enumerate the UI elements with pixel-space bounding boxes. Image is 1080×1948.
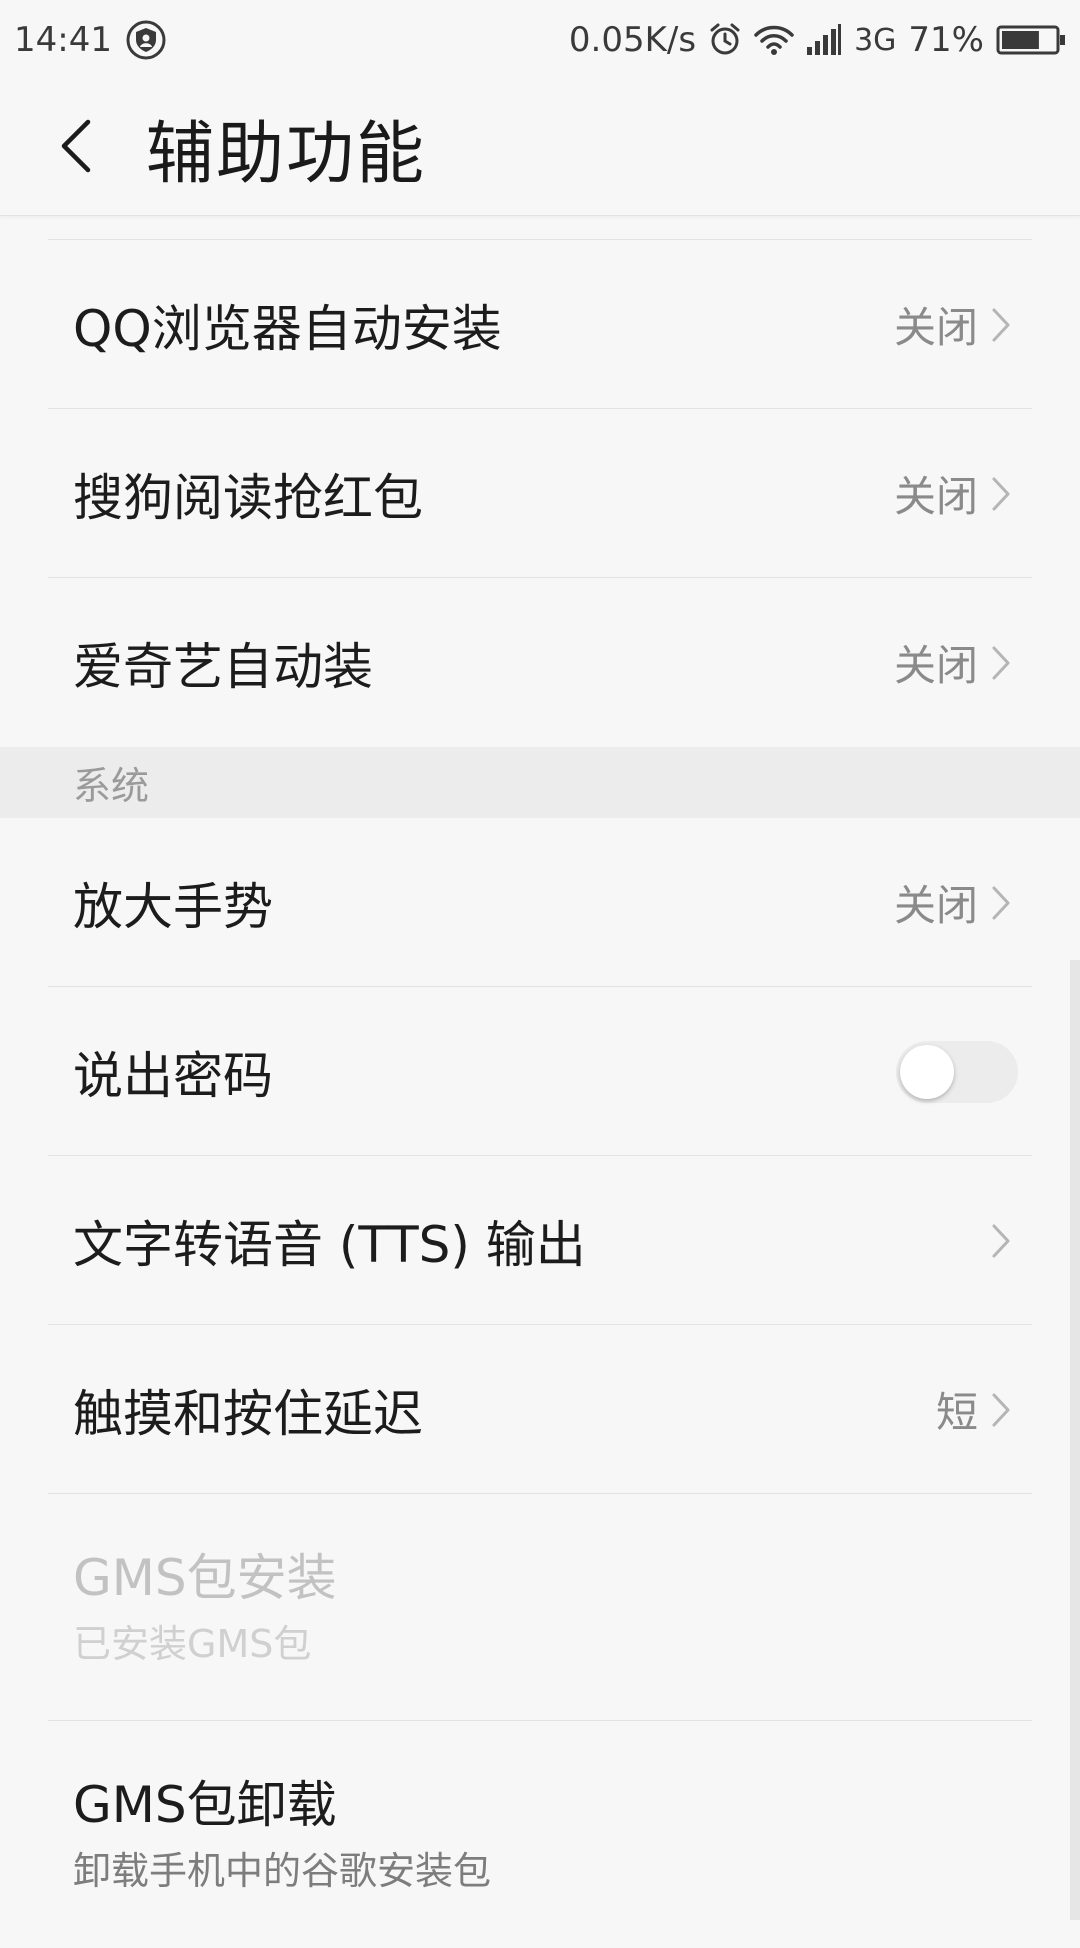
net-speed: 0.05K/s bbox=[568, 20, 697, 60]
divider bbox=[0, 216, 1080, 240]
setting-label: GMS包卸载 bbox=[73, 1776, 337, 1834]
settings-list: QQ浏览器自动安装 关闭 搜狗阅读抢红包 关闭 爱奇艺自动装 关闭 系统 放大手… bbox=[0, 216, 1080, 1948]
setting-subtitle: 卸载手机中的谷歌安装包 bbox=[73, 1849, 492, 1893]
speak-passwords-toggle[interactable] bbox=[896, 1040, 1018, 1103]
scrollbar[interactable] bbox=[1070, 960, 1080, 1920]
battery-icon bbox=[996, 24, 1066, 56]
chevron-right-icon bbox=[990, 644, 1012, 682]
setting-label: QQ浏览器自动安装 bbox=[73, 299, 502, 358]
app-bar: 辅助功能 bbox=[0, 80, 1080, 216]
setting-value: 关闭 bbox=[893, 472, 978, 521]
section-header-system: 系统 bbox=[0, 747, 1080, 818]
setting-value: 短 bbox=[935, 1388, 978, 1437]
setting-row-gms-install: GMS包安装 已安装GMS包 bbox=[0, 1494, 1080, 1721]
setting-label: 触摸和按住延迟 bbox=[73, 1384, 423, 1443]
status-time: 14:41 bbox=[14, 20, 112, 60]
back-button[interactable] bbox=[26, 98, 126, 198]
toggle-knob bbox=[900, 1044, 954, 1099]
setting-row-touch-hold-delay[interactable]: 触摸和按住延迟 短 bbox=[0, 1325, 1080, 1494]
setting-row-gms-uninstall[interactable]: GMS包卸载 卸载手机中的谷歌安装包 bbox=[0, 1721, 1080, 1948]
chevron-right-icon bbox=[990, 475, 1012, 513]
chevron-right-icon bbox=[990, 1391, 1012, 1429]
setting-label: 爱奇艺自动装 bbox=[73, 637, 373, 696]
setting-row-speak-passwords[interactable]: 说出密码 bbox=[0, 987, 1080, 1156]
wifi-icon bbox=[754, 23, 794, 57]
signal-icon bbox=[806, 23, 842, 57]
setting-value: 关闭 bbox=[893, 881, 978, 930]
setting-label: GMS包安装 bbox=[73, 1549, 337, 1607]
setting-row-iqiyi[interactable]: 爱奇艺自动装 关闭 bbox=[0, 578, 1080, 747]
setting-subtitle: 已安装GMS包 bbox=[73, 1622, 312, 1666]
setting-row-sogou-reader[interactable]: 搜狗阅读抢红包 关闭 bbox=[0, 409, 1080, 578]
battery-percent: 71% bbox=[908, 20, 984, 60]
setting-row-tts-output[interactable]: 文字转语音 (TTS) 输出 bbox=[0, 1156, 1080, 1325]
setting-label: 说出密码 bbox=[73, 1046, 273, 1105]
setting-value: 关闭 bbox=[893, 641, 978, 690]
back-arrow-icon bbox=[56, 116, 96, 180]
shield-icon bbox=[126, 20, 166, 60]
setting-label: 放大手势 bbox=[73, 877, 273, 936]
setting-row-qq-browser[interactable]: QQ浏览器自动安装 关闭 bbox=[0, 240, 1080, 409]
setting-label: 文字转语音 (TTS) 输出 bbox=[73, 1215, 586, 1274]
alarm-icon bbox=[708, 23, 742, 57]
status-bar: 14:41 0.05K/s 3G 71% bbox=[0, 0, 1080, 80]
network-type: 3G bbox=[854, 22, 897, 58]
chevron-right-icon bbox=[990, 306, 1012, 344]
setting-row-magnification-gesture[interactable]: 放大手势 关闭 bbox=[0, 818, 1080, 987]
setting-label: 搜狗阅读抢红包 bbox=[73, 468, 423, 527]
chevron-right-icon bbox=[990, 1222, 1012, 1260]
page-title: 辅助功能 bbox=[146, 115, 427, 194]
chevron-right-icon bbox=[990, 884, 1012, 922]
setting-value: 关闭 bbox=[893, 303, 978, 352]
